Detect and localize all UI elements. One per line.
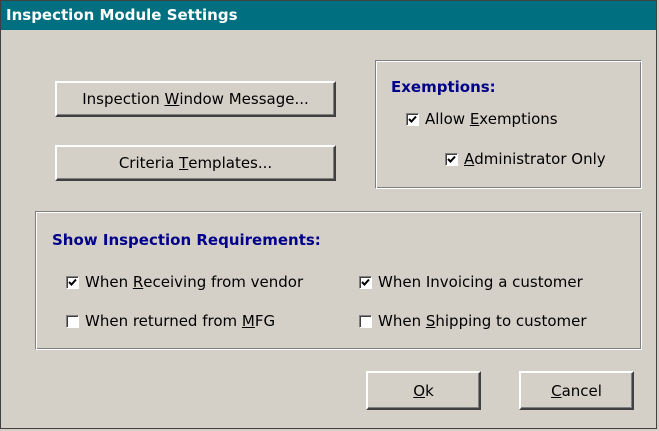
requirements-title: Show Inspection Requirements: <box>52 231 321 249</box>
shipping-label-post: hipping to customer <box>435 312 587 330</box>
ok-button[interactable]: Ok <box>366 371 481 410</box>
checkmark-icon <box>68 278 77 286</box>
shipping-box[interactable] <box>359 314 372 328</box>
returned-from-mfg-checkbox[interactable]: When returned from M FG <box>66 312 275 330</box>
receiving-from-vendor-checkbox[interactable]: When Receiving from vendor <box>66 273 303 291</box>
cancel-label-key: C <box>551 381 562 400</box>
invoicing-box[interactable] <box>359 275 372 289</box>
criteria-templates-label-pre: Criteria <box>118 154 180 172</box>
inspection-window-message-label-key: W <box>164 90 180 108</box>
checkmark-icon <box>447 155 456 163</box>
receiving-label-key: R <box>132 273 144 291</box>
exemptions-group: Exemptions: Allow Exemptions Administrat… <box>375 60 642 189</box>
window-title: Inspection Module Settings <box>6 6 238 24</box>
receiving-label-post: eceiving from vendor <box>143 273 304 291</box>
returned-label-key: M <box>241 312 255 330</box>
shipping-to-customer-checkbox[interactable]: When Shipping to customer <box>359 312 587 330</box>
returned-label-post: FG <box>254 312 276 330</box>
requirements-group: Show Inspection Requirements: When Recei… <box>35 211 642 350</box>
shipping-label-key: S <box>425 312 436 330</box>
returned-box[interactable] <box>66 314 79 328</box>
title-bar: Inspection Module Settings <box>1 1 656 30</box>
invoicing-label-pre: When Invoicing a customer <box>378 273 583 291</box>
cancel-label-post: ancel <box>561 381 602 400</box>
administrator-only-checkbox[interactable]: Administrator Only <box>445 150 606 168</box>
inspection-window-message-label-post: indow Message... <box>179 90 309 108</box>
inspection-window-message-button[interactable]: Inspection Window Message... <box>55 81 336 117</box>
ok-label-key: O <box>413 381 426 400</box>
receiving-label-pre: When <box>85 273 133 291</box>
ok-label-post: k <box>425 381 434 400</box>
exemptions-title: Exemptions: <box>391 78 496 96</box>
administrator-only-label-key: A <box>464 150 475 168</box>
returned-label-pre: When returned from <box>85 312 242 330</box>
receiving-box[interactable] <box>66 275 79 289</box>
checkmark-icon <box>361 278 370 286</box>
cancel-button[interactable]: Cancel <box>519 371 634 410</box>
criteria-templates-label-post: emplates... <box>188 154 273 172</box>
inspection-window-message-label-pre: Inspection <box>82 90 165 108</box>
invoicing-customer-checkbox[interactable]: When Invoicing a customer <box>359 273 583 291</box>
shipping-label-pre: When <box>378 312 426 330</box>
administrator-only-box[interactable] <box>445 152 458 166</box>
checkmark-icon <box>408 115 417 123</box>
criteria-templates-button[interactable]: Criteria Templates... <box>55 145 336 181</box>
inspection-settings-dialog: Inspection Module Settings Inspection Wi… <box>0 0 657 429</box>
allow-exemptions-label-key: E <box>469 110 480 128</box>
allow-exemptions-label-pre: Allow <box>425 110 470 128</box>
criteria-templates-label-key: T <box>179 154 189 172</box>
allow-exemptions-label-post: xemptions <box>479 110 558 128</box>
allow-exemptions-box[interactable] <box>406 112 419 126</box>
administrator-only-label-post: dministrator Only <box>474 150 606 168</box>
allow-exemptions-checkbox[interactable]: Allow Exemptions <box>406 110 558 128</box>
